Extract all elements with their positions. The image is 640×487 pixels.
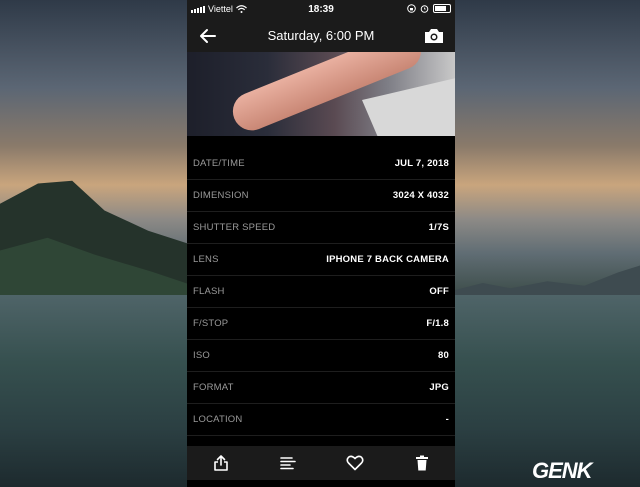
lock-rotation-icon (407, 4, 416, 13)
detail-label: DATE/TIME (193, 158, 245, 169)
detail-value: IPHONE 7 BACK CAMERA (326, 254, 449, 265)
detail-row-shutter-speed: SHUTTER SPEED 1/7S (187, 212, 455, 244)
photo-details-list: DATE/TIME JUL 7, 2018 DIMENSION 3024 X 4… (187, 148, 455, 436)
detail-label: F/STOP (193, 318, 229, 329)
details-icon (279, 457, 296, 470)
heart-icon (345, 455, 364, 471)
camera-icon[interactable] (423, 27, 445, 45)
nav-bar: Saturday, 6:00 PM (187, 20, 455, 52)
battery-icon (433, 4, 451, 13)
genk-logo-text: GENK (532, 458, 593, 483)
detail-value: 3024 X 4032 (392, 190, 449, 201)
alarm-icon (420, 5, 429, 13)
detail-value: - (445, 414, 449, 425)
trash-icon (415, 455, 428, 471)
detail-value: 80 (438, 350, 449, 361)
detail-value: JPG (429, 382, 449, 393)
detail-row-dimension: DIMENSION 3024 X 4032 (187, 180, 455, 212)
arrow-left-icon[interactable] (197, 26, 219, 46)
details-button[interactable] (277, 452, 299, 474)
detail-value: OFF (429, 286, 449, 297)
detail-label: FORMAT (193, 382, 234, 393)
detail-row-fstop: F/STOP F/1.8 (187, 308, 455, 340)
favorite-button[interactable] (344, 452, 366, 474)
detail-value: JUL 7, 2018 (394, 158, 449, 169)
detail-label: FLASH (193, 286, 225, 297)
status-bar: Viettel 18:39 (187, 0, 455, 20)
detail-row-flash: FLASH OFF (187, 276, 455, 308)
detail-row-datetime: DATE/TIME JUL 7, 2018 (187, 148, 455, 180)
genk-logo: GENK (532, 458, 593, 484)
detail-row-lens: LENS IPHONE 7 BACK CAMERA (187, 244, 455, 276)
detail-value: F/1.8 (426, 318, 449, 329)
detail-row-location: LOCATION - (187, 404, 455, 436)
detail-value: 1/7S (428, 222, 449, 233)
detail-row-iso: ISO 80 (187, 340, 455, 372)
detail-label: LOCATION (193, 414, 243, 425)
page-title: Saturday, 6:00 PM (267, 28, 375, 43)
detail-label: SHUTTER SPEED (193, 222, 276, 233)
share-icon (213, 455, 228, 471)
status-right-icons (407, 4, 451, 13)
delete-button[interactable] (411, 452, 433, 474)
bottom-toolbar (187, 446, 455, 480)
detail-row-format: FORMAT JPG (187, 372, 455, 404)
detail-label: LENS (193, 254, 219, 265)
phone-screen: Viettel 18:39 Saturday, 6:00 PM DATE/TIM… (187, 0, 455, 487)
detail-label: DIMENSION (193, 190, 249, 201)
detail-label: ISO (193, 350, 210, 361)
photo-preview[interactable] (187, 52, 455, 136)
share-button[interactable] (210, 452, 232, 474)
